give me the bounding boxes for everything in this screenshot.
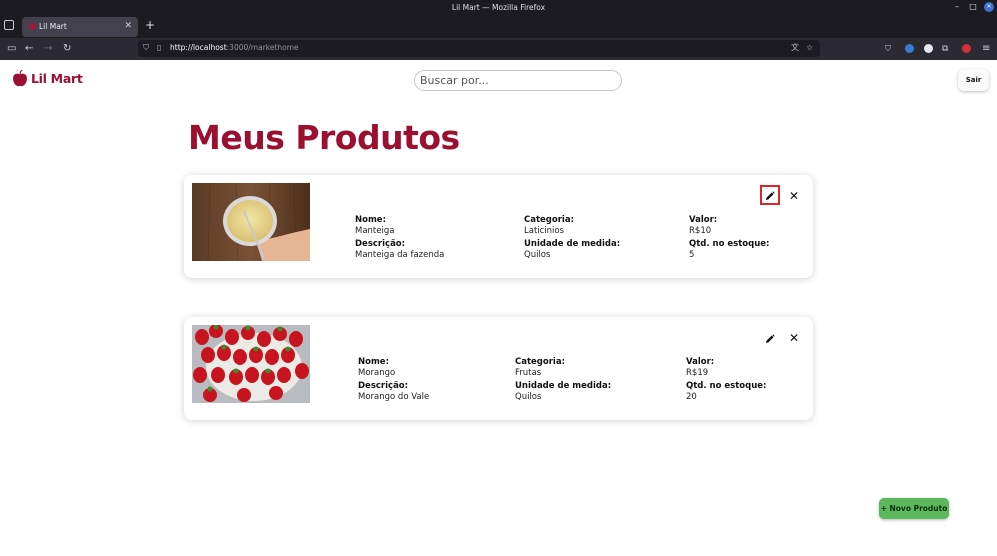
- maximize-icon[interactable]: □: [968, 2, 978, 12]
- unit-label: Unidade de medida:: [524, 239, 621, 249]
- forward-icon[interactable]: →: [44, 42, 52, 56]
- tab-title: Lil Mart: [39, 22, 67, 31]
- extension-blue-icon[interactable]: [905, 44, 914, 53]
- logout-button[interactable]: Sair: [958, 69, 989, 91]
- product-price-field: Valor: R$19: [686, 357, 714, 378]
- product-card: Nome: Manteiga Descrição: Manteiga da fa…: [184, 175, 813, 278]
- product-description-field: Descrição: Manteiga da fazenda: [355, 239, 444, 260]
- product-stock-field: Qtd. no estoque: 20: [686, 381, 766, 402]
- reload-icon[interactable]: ↻: [63, 42, 71, 56]
- back-icon[interactable]: ←: [25, 42, 33, 56]
- stock-label: Qtd. no estoque:: [689, 239, 770, 249]
- price-label: Valor:: [686, 357, 715, 367]
- product-unit: Quilos: [524, 250, 551, 260]
- menu-hamburger-icon[interactable]: ≡: [982, 42, 990, 56]
- name-label: Nome:: [355, 215, 386, 225]
- shield-icon[interactable]: ⛉: [143, 42, 149, 54]
- url-bar[interactable]: ⛉ ▯ http://localhost:3000/markethome 文 ☆: [138, 40, 820, 57]
- browser-tab[interactable]: Lil Mart ✕: [22, 17, 138, 37]
- minimize-icon[interactable]: –: [952, 2, 962, 12]
- edit-pencil-icon: [766, 333, 775, 343]
- product-name-field: Nome: Manteiga: [355, 215, 394, 236]
- product-price-field: Valor: R$10: [689, 215, 717, 236]
- product-unit-field: Unidade de medida: Quilos: [515, 381, 611, 402]
- description-label: Descrição:: [355, 239, 406, 249]
- close-window-icon[interactable]: ✕: [984, 2, 994, 12]
- product-category-field: Categoria: Laticinios: [524, 215, 574, 236]
- favicon-icon: [29, 23, 36, 30]
- product-description-field: Descrição: Morango do Vale: [358, 381, 429, 402]
- new-tab-icon[interactable]: +: [145, 18, 155, 32]
- edit-button[interactable]: [760, 328, 780, 348]
- tab-list-icon[interactable]: [4, 20, 14, 30]
- product-category: Frutas: [515, 368, 542, 378]
- product-category: Laticinios: [524, 226, 565, 236]
- pocket-icon[interactable]: ⛉: [885, 42, 891, 56]
- page-info-icon[interactable]: ▯: [157, 42, 161, 54]
- category-label: Categoria:: [524, 215, 574, 225]
- edit-pencil-icon: [766, 190, 775, 200]
- product-description: Manteiga da fazenda: [355, 250, 445, 260]
- stock-label: Qtd. no estoque:: [686, 381, 767, 391]
- extensions-puzzle-icon[interactable]: ⧉: [942, 42, 948, 56]
- product-unit-field: Unidade de medida: Quilos: [524, 239, 620, 260]
- product-description: Morango do Vale: [358, 392, 430, 402]
- extension-red-icon[interactable]: [962, 44, 971, 53]
- delete-x-icon: ✕: [788, 189, 800, 203]
- description-label: Descrição:: [358, 381, 409, 391]
- product-name: Manteiga: [355, 226, 395, 236]
- product-price: R$19: [686, 368, 709, 378]
- apple-logo-icon: [13, 70, 27, 87]
- logo[interactable]: Lil Mart: [12, 70, 83, 87]
- unit-label: Unidade de medida:: [515, 381, 612, 391]
- edit-button[interactable]: [760, 185, 780, 205]
- product-price: R$10: [689, 226, 712, 236]
- translate-icon[interactable]: 文: [791, 42, 799, 54]
- url-text[interactable]: http://localhost:3000/markethome: [170, 43, 299, 52]
- bookmark-star-icon[interactable]: ☆: [806, 42, 813, 54]
- product-category-field: Categoria: Frutas: [515, 357, 565, 378]
- page-title: Meus Produtos: [188, 118, 460, 157]
- search-input[interactable]: [414, 70, 622, 91]
- product-stock-field: Qtd. no estoque: 5: [689, 239, 769, 260]
- sidebar-icon[interactable]: ▭: [7, 42, 16, 56]
- delete-x-icon: ✕: [788, 331, 800, 345]
- name-label: Nome:: [358, 357, 389, 367]
- logo-text: Lil Mart: [31, 71, 83, 86]
- page-content: Lil Mart Sair Meus Produtos: [0, 60, 997, 556]
- navigation-bar: ▭ ← → ↻ ⛉ ▯ http://localhost:3000/market…: [0, 38, 997, 60]
- extension-l-icon[interactable]: [924, 44, 933, 53]
- window-title: Lil Mart — Mozilla Firefox: [451, 3, 546, 12]
- product-card: Nome: Morango Descrição: Morango do Vale…: [184, 317, 813, 420]
- window-titlebar: Lil Mart — Mozilla Firefox – □ ✕: [0, 0, 997, 14]
- product-unit: Quilos: [515, 392, 542, 402]
- tab-close-icon[interactable]: ✕: [124, 21, 132, 31]
- delete-button[interactable]: ✕: [784, 186, 804, 206]
- product-image-strawberries: [192, 325, 310, 403]
- product-name: Morango: [358, 368, 396, 378]
- price-label: Valor:: [689, 215, 718, 225]
- tab-bar: Lil Mart ✕ +: [0, 14, 997, 38]
- product-stock: 20: [686, 392, 697, 402]
- product-name-field: Nome: Morango: [358, 357, 395, 378]
- new-product-button[interactable]: + Novo Produto: [879, 498, 949, 519]
- category-label: Categoria:: [515, 357, 565, 367]
- product-stock: 5: [689, 250, 695, 260]
- product-image-butter: [192, 183, 310, 261]
- delete-button[interactable]: ✕: [784, 328, 804, 348]
